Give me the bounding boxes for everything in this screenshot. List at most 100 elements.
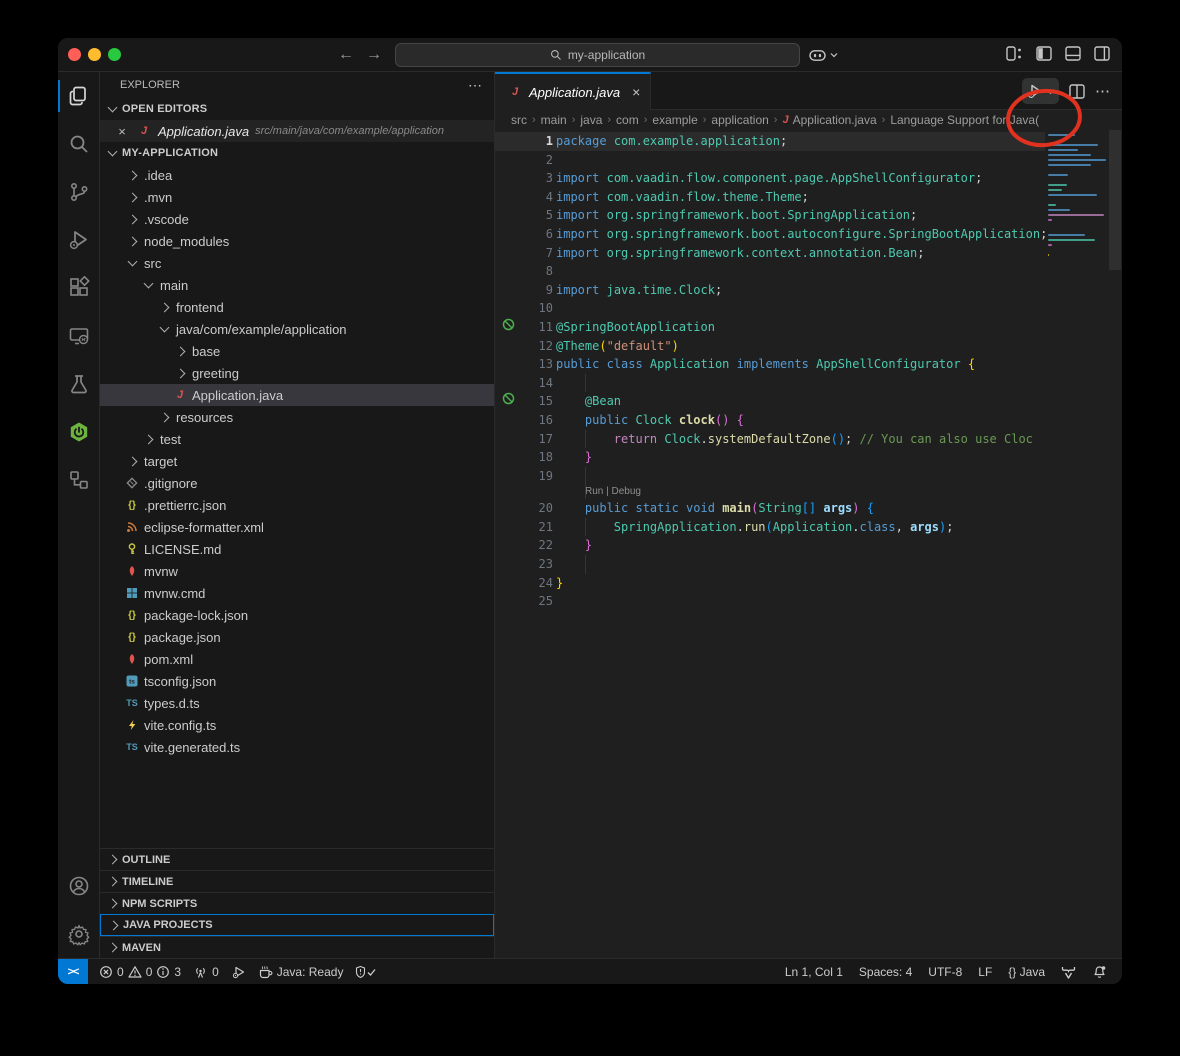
tree-item-greeting[interactable]: greeting <box>100 362 494 384</box>
gutter[interactable]: 15 <box>495 392 553 411</box>
activity-source-control-icon[interactable] <box>58 168 99 216</box>
tree-item-src[interactable]: src <box>100 252 494 274</box>
activity-account-icon[interactable] <box>58 862 99 910</box>
status-indentation[interactable]: Spaces: 4 <box>854 965 917 979</box>
code-line-10[interactable]: 10 <box>495 299 1045 318</box>
open-editor-entry[interactable]: × J Application.java src/main/java/com/e… <box>100 120 494 142</box>
tree-item--prettierrc-json[interactable]: {}.prettierrc.json <box>100 494 494 516</box>
activity-settings-icon[interactable] <box>58 910 99 958</box>
code-line-6[interactable]: 6import org.springframework.boot.autocon… <box>495 225 1045 244</box>
breadcrumb-item[interactable]: application <box>711 113 768 127</box>
code-line-11[interactable]: 11@SpringBootApplication <box>495 318 1045 337</box>
gutter[interactable]: 22 <box>495 536 553 555</box>
status-language-mode[interactable]: {} Java <box>1003 965 1050 979</box>
code-line-24[interactable]: 24} <box>495 574 1045 593</box>
open-editors-section-header[interactable]: OPEN EDITORS <box>100 98 494 120</box>
code-editor[interactable]: 1package com.example.application;23impor… <box>495 130 1122 958</box>
code-line-8[interactable]: 8 <box>495 262 1045 281</box>
close-editor-icon[interactable]: × <box>114 124 130 139</box>
gutter[interactable]: 8 <box>495 262 553 281</box>
breadcrumb-item[interactable]: src <box>511 113 527 127</box>
tree-item-tsconfig-json[interactable]: tstsconfig.json <box>100 670 494 692</box>
gutter[interactable]: 14 <box>495 374 553 393</box>
code-line-18[interactable]: 18 } <box>495 448 1045 467</box>
activity-extensions-icon[interactable] <box>58 264 99 312</box>
minimap[interactable] <box>1048 134 1108 264</box>
code-line-4[interactable]: 4import com.vaadin.flow.theme.Theme; <box>495 188 1045 207</box>
chevron-down-icon[interactable] <box>1046 87 1055 96</box>
status-encoding[interactable]: UTF-8 <box>923 965 967 979</box>
tree-item-resources[interactable]: resources <box>100 406 494 428</box>
activity-project-manager-icon[interactable] <box>58 456 99 504</box>
code-line-16[interactable]: 16 public Clock clock() { <box>495 411 1045 430</box>
status-ports[interactable]: 0 <box>188 965 224 979</box>
code-line-25[interactable]: 25 <box>495 592 1045 611</box>
tree-item--mvn[interactable]: .mvn <box>100 186 494 208</box>
code-line-2[interactable]: 2 <box>495 151 1045 170</box>
gutter[interactable]: 2 <box>495 151 553 170</box>
gutter[interactable]: 4 <box>495 188 553 207</box>
minimize-window-button[interactable] <box>88 48 101 61</box>
pane-outline[interactable]: OUTLINE <box>100 848 494 870</box>
close-window-button[interactable] <box>68 48 81 61</box>
gutter[interactable]: 1 <box>495 132 553 151</box>
close-tab-icon[interactable]: × <box>632 84 640 100</box>
editor-more-actions-button[interactable]: ⋯ <box>1095 82 1110 100</box>
code-line-20[interactable]: 20 public static void main(String[] args… <box>495 499 1045 518</box>
activity-explorer-icon[interactable] <box>58 72 99 120</box>
gutter[interactable]: 7 <box>495 244 553 263</box>
status-workspace-trust[interactable] <box>350 965 382 979</box>
explorer-more-actions-button[interactable]: ⋯ <box>468 77 482 94</box>
breadcrumb-item[interactable]: JApplication.java <box>782 113 876 127</box>
breadcrumb-item[interactable]: java <box>580 113 602 127</box>
tree-item-license-md[interactable]: LICENSE.md <box>100 538 494 560</box>
copilot-menu-button[interactable] <box>808 44 838 66</box>
toggle-secondary-sidebar-icon[interactable] <box>1094 46 1110 61</box>
code-line-14[interactable]: 14 <box>495 374 1045 393</box>
status-run-java-status[interactable] <box>226 965 251 979</box>
status-cursor-position[interactable]: Ln 1, Col 1 <box>780 965 848 979</box>
code-line-23[interactable]: 23 <box>495 555 1045 574</box>
activity-remote-explorer-icon[interactable] <box>58 312 99 360</box>
code-line-13[interactable]: 13public class Application implements Ap… <box>495 355 1045 374</box>
navigate-forward-button[interactable]: → <box>363 44 385 66</box>
code-line-22[interactable]: 22 } <box>495 536 1045 555</box>
tree-item-node-modules[interactable]: node_modules <box>100 230 494 252</box>
gutter[interactable]: 13 <box>495 355 553 374</box>
tree-item-vite-generated-ts[interactable]: TSvite.generated.ts <box>100 736 494 758</box>
tree-item-main[interactable]: main <box>100 274 494 296</box>
code-line-19[interactable]: 19 <box>495 467 1045 486</box>
gutter[interactable]: 20 <box>495 499 553 518</box>
code-line-3[interactable]: 3import com.vaadin.flow.component.page.A… <box>495 169 1045 188</box>
tree-item-vite-config-ts[interactable]: vite.config.ts <box>100 714 494 736</box>
code-line-21[interactable]: 21 SpringApplication.run(Application.cla… <box>495 518 1045 537</box>
tree-item-frontend[interactable]: frontend <box>100 296 494 318</box>
project-section-header[interactable]: MY-APPLICATION <box>100 142 494 164</box>
code-line-15[interactable]: 15 @Bean <box>495 392 1045 411</box>
code-line-12[interactable]: 12@Theme("default") <box>495 337 1045 356</box>
tree-item-eclipse-formatter-xml[interactable]: eclipse-formatter.xml <box>100 516 494 538</box>
gutter[interactable]: 19 <box>495 467 553 486</box>
pane-maven[interactable]: MAVEN <box>100 936 494 958</box>
navigate-back-button[interactable]: ← <box>335 44 357 66</box>
run-java-button[interactable] <box>1022 78 1059 104</box>
code-line-9[interactable]: 9import java.time.Clock; <box>495 281 1045 300</box>
gutter[interactable]: 16 <box>495 411 553 430</box>
tree-item-types-d-ts[interactable]: TStypes.d.ts <box>100 692 494 714</box>
remote-indicator[interactable]: >< <box>58 959 88 984</box>
status-eol[interactable]: LF <box>973 965 997 979</box>
code-line-1[interactable]: 1package com.example.application; <box>495 132 1045 151</box>
gutter[interactable]: 12 <box>495 337 553 356</box>
tree-item--gitignore[interactable]: .gitignore <box>100 472 494 494</box>
status-problems[interactable]: 003 <box>94 965 186 979</box>
gutter[interactable]: 11 <box>495 318 553 337</box>
tree-item--vscode[interactable]: .vscode <box>100 208 494 230</box>
code-line-7[interactable]: 7import org.springframework.context.anno… <box>495 244 1045 263</box>
breadcrumb-item[interactable]: main <box>541 113 567 127</box>
split-editor-icon[interactable] <box>1069 84 1085 99</box>
tree-item-package-json[interactable]: {}package.json <box>100 626 494 648</box>
zoom-window-button[interactable] <box>108 48 121 61</box>
breadcrumb-item[interactable]: example <box>652 113 697 127</box>
activity-testing-icon[interactable] <box>58 360 99 408</box>
gutter[interactable]: 23 <box>495 555 553 574</box>
